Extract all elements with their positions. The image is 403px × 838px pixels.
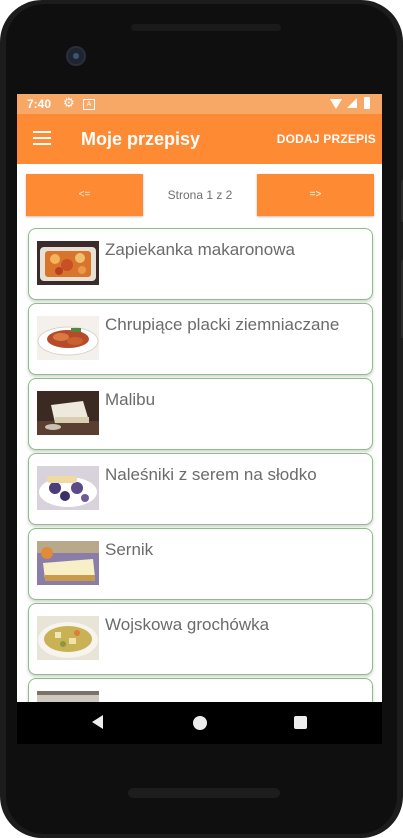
phone-frame: 7:40 ⚙ A Moje przepisy DODAJ PRZEPIS <= … <box>0 0 403 838</box>
app-bar: Moje przepisy DODAJ PRZEPIS <box>17 114 382 164</box>
home-icon[interactable] <box>193 716 207 730</box>
crepes-photo <box>37 466 99 510</box>
malibu-cake-photo <box>37 391 99 435</box>
recipe-list: Zapiekanka makaronowa Chrupiące placki z… <box>17 226 382 702</box>
recipe-name: Zapiekanka makaronowa <box>105 240 295 259</box>
recents-icon[interactable] <box>294 716 307 729</box>
android-notification-icon: A <box>83 99 95 110</box>
add-recipe-button[interactable]: DODAJ PRZEPIS <box>277 132 376 146</box>
partially-visible-photo <box>37 691 99 702</box>
recipe-name: Sernik <box>105 540 154 559</box>
app-screen: 7:40 ⚙ A Moje przepisy DODAJ PRZEPIS <= … <box>17 94 382 702</box>
back-icon[interactable] <box>92 715 103 729</box>
pasta-bake-photo <box>37 241 99 285</box>
recipe-name: Wojskowa grochówka <box>105 615 270 634</box>
recipe-item[interactable]: Wojskowa grochówka <box>28 603 373 675</box>
recipe-item[interactable]: Zapiekanka makaronowa <box>28 228 373 300</box>
system-navigation-bar <box>17 702 382 744</box>
wifi-icon <box>330 99 342 109</box>
hamburger-menu-icon[interactable] <box>33 131 51 145</box>
recipe-name: Malibu <box>105 390 156 409</box>
recipe-item[interactable]: Chrupiące placki ziemniaczane <box>28 303 373 375</box>
next-page-button[interactable]: => <box>257 174 374 216</box>
recipe-item[interactable]: Sernik <box>28 528 373 600</box>
status-bar: 7:40 ⚙ A <box>17 94 382 114</box>
previous-page-button[interactable]: <= <box>26 174 143 216</box>
recipe-item[interactable]: Malibu <box>28 378 373 450</box>
status-time: 7:40 <box>27 97 52 111</box>
potato-pancakes-photo <box>37 316 99 360</box>
battery-icon <box>364 97 370 109</box>
pea-soup-photo <box>37 616 99 660</box>
cheesecake-photo <box>37 541 99 585</box>
gear-icon: ⚙ <box>63 95 75 110</box>
bottom-speaker <box>128 788 280 798</box>
page-title: Moje przepisy <box>81 129 201 149</box>
page-indicator: Strona 1 z 2 <box>167 188 233 202</box>
recipe-name: Naleśniki z serem na słodko <box>105 465 317 484</box>
pagination: <= Strona 1 z 2 => <box>17 174 382 216</box>
recipe-item[interactable] <box>28 678 373 702</box>
front-camera <box>66 46 86 66</box>
top-speaker <box>131 24 281 31</box>
recipe-name: Chrupiące placki ziemniaczane <box>105 315 340 334</box>
recipe-item[interactable]: Naleśniki z serem na słodko <box>28 453 373 525</box>
signal-icon <box>347 98 357 108</box>
